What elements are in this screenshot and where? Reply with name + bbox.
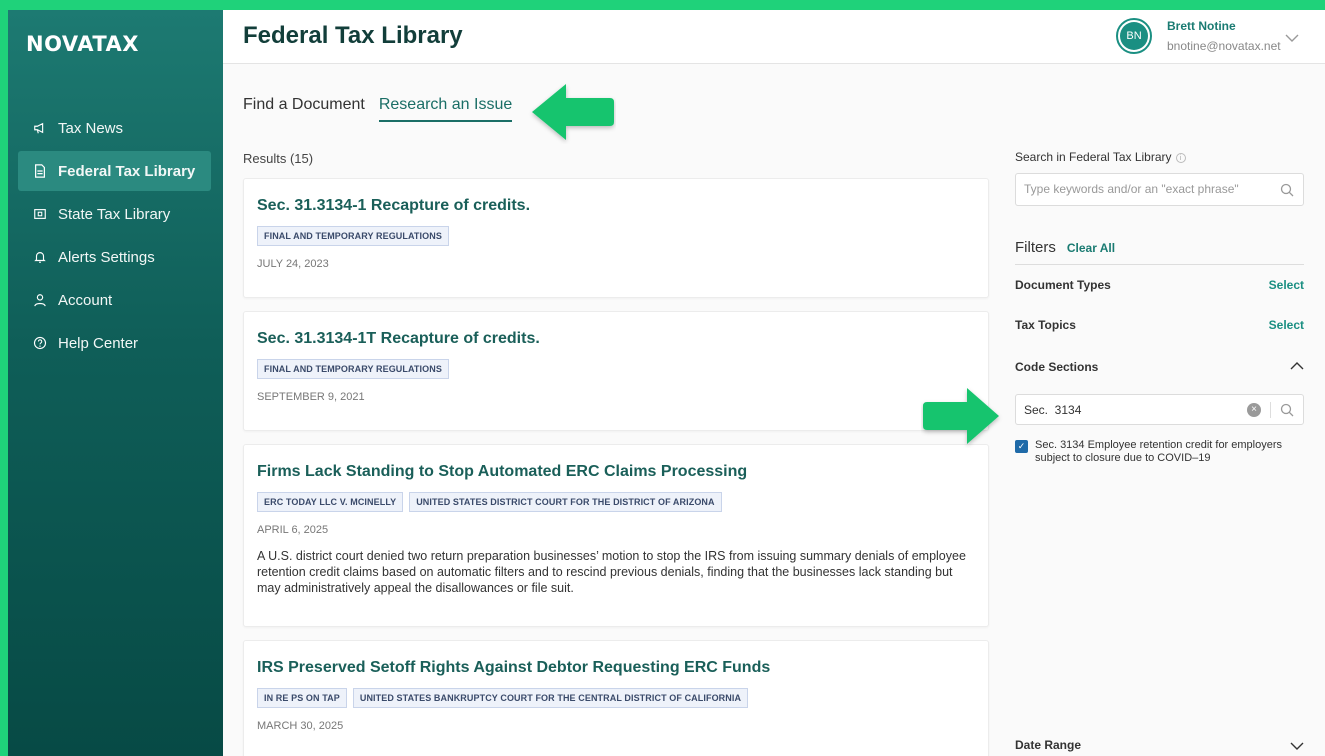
checkbox-checked[interactable]: ✓: [1015, 440, 1028, 453]
search-input[interactable]: [1024, 182, 1274, 196]
result-title[interactable]: Firms Lack Standing to Stop Automated ER…: [257, 463, 975, 481]
sidebar-item-account[interactable]: Account: [18, 280, 211, 320]
tab-research-an-issue[interactable]: Research an Issue: [378, 96, 513, 122]
filter-tax-topics: Tax Topics Select: [1015, 318, 1304, 332]
code-section-input[interactable]: [1024, 403, 1224, 417]
result-tag: FINAL AND TEMPORARY REGULATIONS: [257, 359, 449, 379]
sidebar-item-tax-news[interactable]: Tax News: [18, 108, 211, 148]
info-icon[interactable]: i: [1175, 153, 1186, 163]
person-icon: [32, 292, 48, 308]
result-tag: UNITED STATES DISTRICT COURT FOR THE DIS…: [409, 492, 722, 512]
sidebar-item-help-center[interactable]: Help Center: [18, 323, 211, 363]
filter-label: Date Range: [1015, 738, 1082, 752]
sidebar-item-label: Help Center: [58, 334, 139, 352]
result-date: SEPTEMBER 9, 2021: [257, 391, 365, 403]
results-count: Results (15): [243, 151, 314, 166]
sidebar-item-label: Tax News: [58, 119, 124, 137]
filter-date-range[interactable]: Date Range: [1015, 738, 1304, 756]
sidebar-nav: Tax News Federal Tax Library State Tax L…: [8, 108, 223, 366]
result-card: Firms Lack Standing to Stop Automated ER…: [243, 444, 989, 627]
filter-document-types: Document Types Select: [1015, 278, 1304, 292]
filters-header: Filters Clear All: [1015, 239, 1115, 256]
search-label-text: Search in Federal Tax Library: [1015, 150, 1172, 164]
result-card: IRS Preserved Setoff Rights Against Debt…: [243, 640, 989, 756]
chevron-down-icon[interactable]: [1290, 738, 1304, 756]
result-tag: IN RE PS ON TAP: [257, 688, 347, 708]
help-icon: [32, 335, 48, 351]
result-summary: A U.S. district court denied two return …: [257, 549, 966, 595]
divider: [1270, 402, 1271, 418]
result-title[interactable]: IRS Preserved Setoff Rights Against Debt…: [257, 659, 975, 677]
sidebar-item-label: Alerts Settings: [58, 248, 155, 266]
sidebar: NOVATAX Tax News Federal Tax Library Sta…: [8, 10, 223, 756]
megaphone-icon: [32, 120, 48, 136]
clear-all-button[interactable]: Clear All: [1067, 241, 1115, 255]
library-icon: [32, 206, 48, 222]
result-title[interactable]: Sec. 31.3134-1 Recapture of credits.: [257, 197, 975, 215]
tab-find-a-document[interactable]: Find a Document: [243, 96, 365, 122]
search-icon[interactable]: [1280, 403, 1294, 422]
code-section-option-label: Sec. 3134 Employee retention credit for …: [1035, 439, 1283, 464]
search-icon[interactable]: [1280, 183, 1294, 202]
code-section-option[interactable]: ✓ Sec. 3134 Employee retention credit fo…: [1015, 439, 1304, 465]
tab-bar: Find a Document Research an Issue: [243, 96, 526, 122]
filter-panel: Search in Federal Tax Libraryi Filters C…: [1015, 10, 1304, 756]
filter-code-sections[interactable]: Code Sections: [1015, 358, 1304, 376]
search-field[interactable]: [1015, 173, 1304, 206]
filter-label: Code Sections: [1015, 360, 1099, 374]
filter-label: Tax Topics: [1015, 318, 1076, 332]
result-tags: IN RE PS ON TAP UNITED STATES BANKRUPTCY…: [257, 688, 975, 708]
result-title[interactable]: Sec. 31.3134-1T Recapture of credits.: [257, 330, 975, 348]
result-tags: FINAL AND TEMPORARY REGULATIONS: [257, 359, 975, 379]
result-tag: ERC TODAY LLC V. MCINELLY: [257, 492, 404, 512]
document-types-select-button[interactable]: Select: [1269, 278, 1304, 292]
sidebar-item-alerts-settings[interactable]: Alerts Settings: [18, 237, 211, 277]
arrow-pointer-icon: [923, 388, 999, 444]
result-card: Sec. 31.3134-1T Recapture of credits. FI…: [243, 311, 989, 431]
tax-topics-select-button[interactable]: Select: [1269, 318, 1304, 332]
sidebar-item-label: Account: [58, 291, 113, 309]
filter-label: Document Types: [1015, 278, 1111, 292]
clear-input-icon[interactable]: ×: [1247, 403, 1261, 417]
chevron-up-icon[interactable]: [1290, 358, 1304, 376]
code-section-field[interactable]: ×: [1015, 394, 1304, 425]
result-date: JULY 24, 2023: [257, 258, 329, 270]
novatax-logo: NOVATAX: [26, 32, 139, 56]
sidebar-item-label: Federal Tax Library: [58, 162, 196, 180]
sidebar-item-state-tax-library[interactable]: State Tax Library: [18, 194, 211, 234]
main-content: Federal Tax Library BN Brett Notine bnot…: [223, 10, 1325, 756]
divider: [1015, 264, 1304, 265]
result-date: MARCH 30, 2025: [257, 720, 344, 732]
arrow-pointer-icon: [532, 84, 614, 140]
result-tags: FINAL AND TEMPORARY REGULATIONS: [257, 226, 975, 246]
filters-title: Filters: [1015, 239, 1056, 256]
sidebar-item-label: State Tax Library: [58, 205, 171, 223]
results-list: Sec. 31.3134-1 Recapture of credits. FIN…: [243, 178, 989, 756]
result-tag: FINAL AND TEMPORARY REGULATIONS: [257, 226, 449, 246]
result-tag: UNITED STATES BANKRUPTCY COURT FOR THE C…: [352, 688, 749, 708]
result-tags: ERC TODAY LLC V. MCINELLY UNITED STATES …: [257, 492, 975, 512]
app-window: NOVATAX Tax News Federal Tax Library Sta…: [8, 10, 1325, 756]
sidebar-item-federal-tax-library[interactable]: Federal Tax Library: [18, 151, 211, 191]
document-icon: [32, 163, 48, 179]
page-title: Federal Tax Library: [243, 22, 463, 49]
bell-icon: [32, 249, 48, 265]
result-card: Sec. 31.3134-1 Recapture of credits. FIN…: [243, 178, 989, 298]
result-date: APRIL 6, 2025: [257, 524, 329, 536]
search-label: Search in Federal Tax Library i: [1015, 150, 1186, 164]
